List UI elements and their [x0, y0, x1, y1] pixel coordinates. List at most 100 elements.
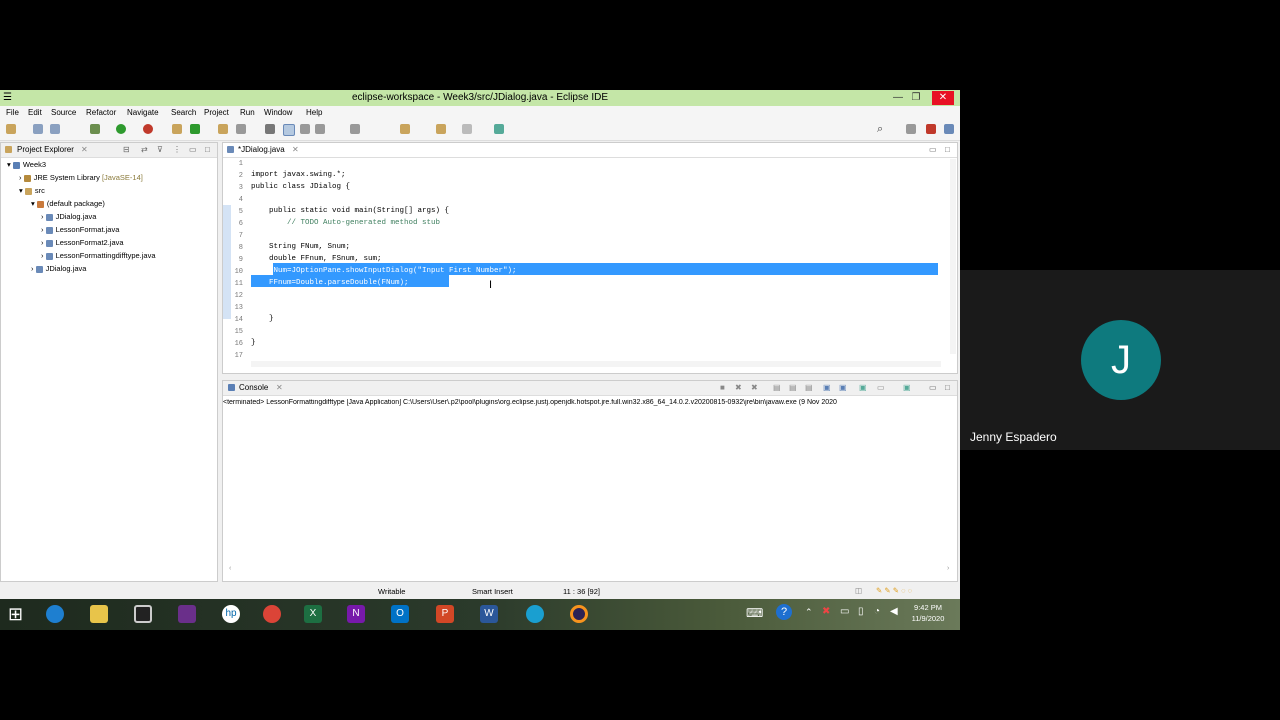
menu-source[interactable]: Source: [51, 108, 76, 117]
participant-tile[interactable]: J Jenny Espadero: [960, 270, 1280, 450]
tree-item-file[interactable]: › JDialog.java: [41, 212, 96, 221]
menu-edit[interactable]: Edit: [28, 108, 42, 117]
maximize-view-icon[interactable]: □: [945, 383, 950, 392]
search-icon[interactable]: ⌕: [877, 123, 883, 136]
run-icon[interactable]: [116, 124, 126, 134]
code-line[interactable]: public class JDialog {: [251, 183, 350, 191]
filter-icon[interactable]: ⊽: [157, 145, 163, 154]
show-whitespace-icon[interactable]: [315, 124, 325, 134]
remove-launch-icon[interactable]: ✖: [735, 383, 742, 392]
debug-perspective-icon[interactable]: [944, 124, 954, 134]
remove-all-icon[interactable]: ✖: [751, 383, 758, 392]
console-tab[interactable]: Console ✕ ■ ✖ ✖ ▤ ▤ ▤ ▣ ▣ ▣ ▭ ▣ ▭ □: [223, 381, 957, 396]
edge-icon[interactable]: [526, 605, 544, 623]
new-java-project-icon[interactable]: [172, 124, 182, 134]
tree-item-default-package[interactable]: ▾ (default package): [31, 199, 105, 208]
search-tool-icon[interactable]: [236, 124, 246, 134]
collapse-all-icon[interactable]: ⊟: [123, 145, 130, 154]
show-on-output-icon[interactable]: ▣: [823, 383, 831, 392]
wifi-icon[interactable]: ◔: [874, 606, 880, 617]
tree-item-jre-library[interactable]: › JRE System Library [JavaSE-14]: [19, 173, 143, 182]
outlook-icon[interactable]: O: [391, 605, 409, 623]
tree-item-file[interactable]: › LessonFormat2.java: [41, 238, 124, 247]
code-line[interactable]: FNum=JOptionPane.showInputDialog("Input …: [251, 267, 517, 275]
show-on-error-icon[interactable]: ▣: [839, 383, 847, 392]
menu-run[interactable]: Run: [240, 108, 255, 117]
close-tab-icon[interactable]: ✕: [81, 145, 88, 154]
camera-app-icon[interactable]: [134, 605, 152, 623]
horizontal-scrollbar[interactable]: [251, 361, 941, 367]
code-line[interactable]: String FNum, Snum;: [251, 243, 350, 251]
menu-refactor[interactable]: Refactor: [86, 108, 116, 117]
code-line[interactable]: import javax.swing.*;: [251, 171, 346, 179]
file-explorer-icon[interactable]: [90, 605, 108, 623]
back-icon[interactable]: [436, 124, 446, 134]
new-class-icon[interactable]: [190, 124, 200, 134]
last-edit-icon[interactable]: [400, 124, 410, 134]
code-line[interactable]: double FFnum, FSnum, sum;: [251, 255, 382, 263]
status-insert-mode[interactable]: Smart Insert: [472, 587, 513, 596]
menu-file[interactable]: File: [6, 108, 19, 117]
clear-console-icon[interactable]: ▤: [773, 383, 781, 392]
notification-icon[interactable]: ✎ ✎ ✎ ◌ ◌: [876, 586, 912, 595]
progress-icon[interactable]: ◫: [855, 586, 862, 595]
menu-navigate[interactable]: Navigate: [127, 108, 159, 117]
scroll-right-icon[interactable]: ›: [947, 565, 949, 572]
display-console-icon[interactable]: ▭: [877, 383, 885, 392]
menu-help[interactable]: Help: [306, 108, 322, 117]
tree-item-src[interactable]: ▾ src: [19, 186, 45, 195]
internet-explorer-icon[interactable]: [46, 605, 64, 623]
forward-icon[interactable]: [462, 124, 472, 134]
code-line[interactable]: // TODO Auto-generated method stub: [251, 219, 440, 227]
windows-start-icon[interactable]: ⊞: [8, 605, 23, 623]
scroll-left-icon[interactable]: ‹: [229, 565, 231, 572]
project-explorer-tab[interactable]: Project Explorer ✕ ⊟ ⇄ ⊽ ⋮ ▭ □: [1, 143, 217, 158]
close-button[interactable]: ✕: [932, 91, 954, 105]
scroll-lock-icon[interactable]: ▤: [789, 383, 797, 392]
open-perspective-icon[interactable]: [906, 124, 916, 134]
vertical-scrollbar[interactable]: [950, 159, 956, 354]
close-tab-icon[interactable]: ✕: [276, 383, 283, 392]
minimize-view-icon[interactable]: ▭: [189, 145, 197, 154]
tree-item-file[interactable]: › JDialog.java: [31, 264, 86, 273]
debug-icon[interactable]: [90, 124, 100, 134]
external-tools-icon[interactable]: [143, 124, 153, 134]
open-console-icon[interactable]: ▣: [903, 383, 911, 392]
word-icon[interactable]: W: [480, 605, 498, 623]
volume-icon[interactable]: ◀: [890, 606, 898, 617]
menu-window[interactable]: Window: [264, 108, 292, 117]
menu-search[interactable]: Search: [171, 108, 196, 117]
tree-item-file[interactable]: › LessonFormat.java: [41, 225, 119, 234]
onenote-icon[interactable]: N: [347, 605, 365, 623]
save-all-icon[interactable]: [50, 124, 60, 134]
minimize-view-icon[interactable]: ▭: [929, 145, 937, 154]
toggle-word-wrap-icon[interactable]: [283, 124, 295, 136]
link-editor-icon[interactable]: ⇄: [141, 145, 148, 154]
block-selection-icon[interactable]: [300, 124, 310, 134]
next-annotation-icon[interactable]: [350, 124, 360, 134]
hp-icon[interactable]: hp: [222, 605, 240, 623]
terminate-icon[interactable]: ■: [720, 383, 725, 392]
view-menu-icon[interactable]: ⋮: [173, 145, 181, 154]
code-line[interactable]: public static void main(String[] args) {: [251, 207, 449, 215]
toggle-mark-icon[interactable]: [265, 124, 275, 134]
editor-tab[interactable]: *JDialog.java ✕ ▭ □: [223, 143, 957, 158]
new-icon[interactable]: [6, 124, 16, 134]
battery-icon[interactable]: ▯: [858, 606, 864, 617]
code-line[interactable]: }: [251, 315, 274, 323]
powerpoint-icon[interactable]: P: [436, 605, 454, 623]
show-hidden-icons[interactable]: ⌃: [805, 607, 813, 618]
tree-item-file[interactable]: › LessonFormattingdifftype.java: [41, 251, 156, 260]
word-wrap-icon[interactable]: ▤: [805, 383, 813, 392]
code-line[interactable]: FFnum=Double.parseDouble(FNum);: [251, 279, 409, 287]
java-perspective-icon[interactable]: [926, 124, 936, 134]
paint-app-icon[interactable]: [178, 605, 196, 623]
save-icon[interactable]: [33, 124, 43, 134]
drive-icon[interactable]: ▭: [840, 606, 849, 617]
close-tab-icon[interactable]: ✕: [292, 145, 299, 154]
tree-item-project[interactable]: ▾ Week3: [7, 160, 46, 169]
security-icon[interactable]: ✖: [822, 606, 830, 617]
excel-icon[interactable]: X: [304, 605, 322, 623]
code-line[interactable]: }: [251, 339, 256, 347]
eclipse-taskbar-icon[interactable]: [570, 605, 588, 623]
